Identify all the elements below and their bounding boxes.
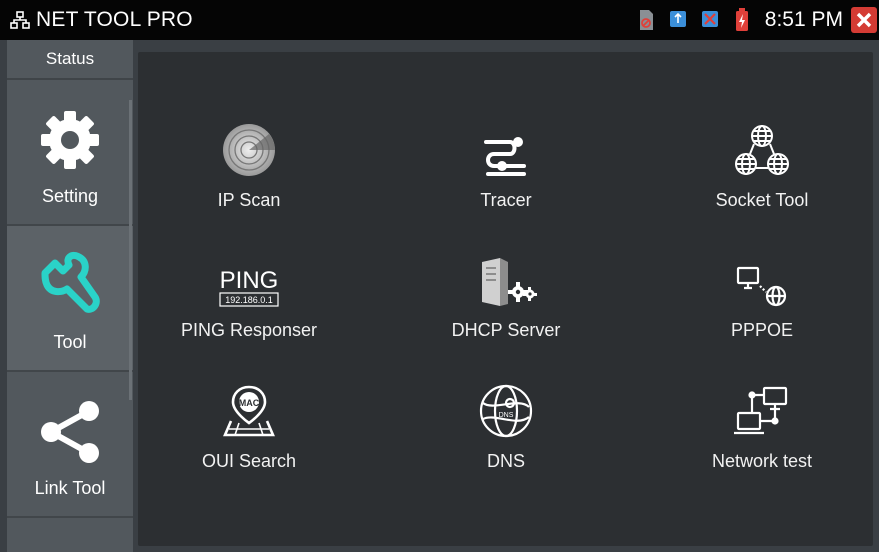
dns-icon-text: DNS (499, 412, 514, 419)
tool-label: Network test (711, 451, 813, 471)
sidebar-item-tool[interactable]: Tool (7, 226, 133, 370)
tool-ping-responser[interactable]: PING 192.186.0.1 PING Responser (129, 250, 369, 360)
network-test-icon (722, 381, 802, 439)
close-icon (856, 12, 872, 28)
status-tab[interactable]: Status (7, 40, 133, 80)
tool-label: Tracer (480, 190, 532, 210)
tool-oui-search[interactable]: MAC OUI Search (129, 381, 369, 491)
clock: 8:51 PM (764, 8, 843, 31)
ping-icon: PING 192.186.0.1 (209, 250, 289, 308)
divider (7, 516, 133, 518)
tool-label: IP Scan (217, 190, 281, 210)
tool-tracer[interactable]: Tracer (386, 120, 626, 230)
sidebar-item-label: Tool (53, 332, 87, 352)
tool-label: DNS (486, 451, 525, 471)
tool-pppoe[interactable]: PPPOE (642, 250, 879, 360)
sidebar-item-label: Setting (41, 186, 99, 206)
tool-label: Socket Tool (715, 190, 809, 210)
dns-globe-icon: DNS (466, 381, 546, 439)
tool-ip-scan[interactable]: IP Scan (129, 120, 369, 230)
usb-icon (669, 9, 687, 31)
radar-icon (209, 120, 289, 178)
mac-icon-text: MAC (239, 398, 260, 408)
ping-icon-text: PING (220, 267, 279, 294)
sd-card-icon (637, 9, 655, 31)
sidebar: Status Setting Tool Link Tool (7, 40, 133, 552)
tool-grid: IP Scan Tracer Socket Tool PING 192.186.… (138, 52, 873, 546)
sidebar-item-link-tool[interactable]: Link Tool (7, 372, 133, 516)
mac-location-icon: MAC (209, 381, 289, 439)
ping-icon-subtext: 192.186.0.1 (225, 295, 273, 305)
close-button[interactable] (851, 7, 877, 33)
battery-charging-icon (733, 8, 751, 31)
wrench-icon (35, 248, 105, 324)
app-title: NET TOOL PRO (36, 8, 193, 31)
tracer-icon (466, 120, 546, 178)
tool-label: DHCP Server (451, 320, 561, 340)
tool-label: PPPOE (730, 320, 794, 340)
status-bar: NET TOOL PRO 8:51 PM (0, 0, 879, 40)
tool-socket-tool[interactable]: Socket Tool (642, 120, 879, 230)
tool-network-test[interactable]: Network test (642, 381, 879, 491)
globes-network-icon (722, 120, 802, 178)
sidebar-item-setting[interactable]: Setting (7, 80, 133, 224)
sidebar-item-label: Link Tool (34, 478, 106, 498)
server-gears-icon (466, 250, 546, 308)
network-disconnected-icon (701, 9, 719, 31)
network-icon (10, 10, 30, 30)
share-icon (37, 394, 103, 470)
tool-dhcp-server[interactable]: DHCP Server (386, 250, 626, 360)
computer-globe-icon (722, 250, 802, 308)
tool-label: OUI Search (201, 451, 297, 471)
tool-dns[interactable]: DNS DNS (386, 381, 626, 491)
gear-icon (37, 102, 103, 178)
tool-label: PING Responser (180, 320, 318, 340)
